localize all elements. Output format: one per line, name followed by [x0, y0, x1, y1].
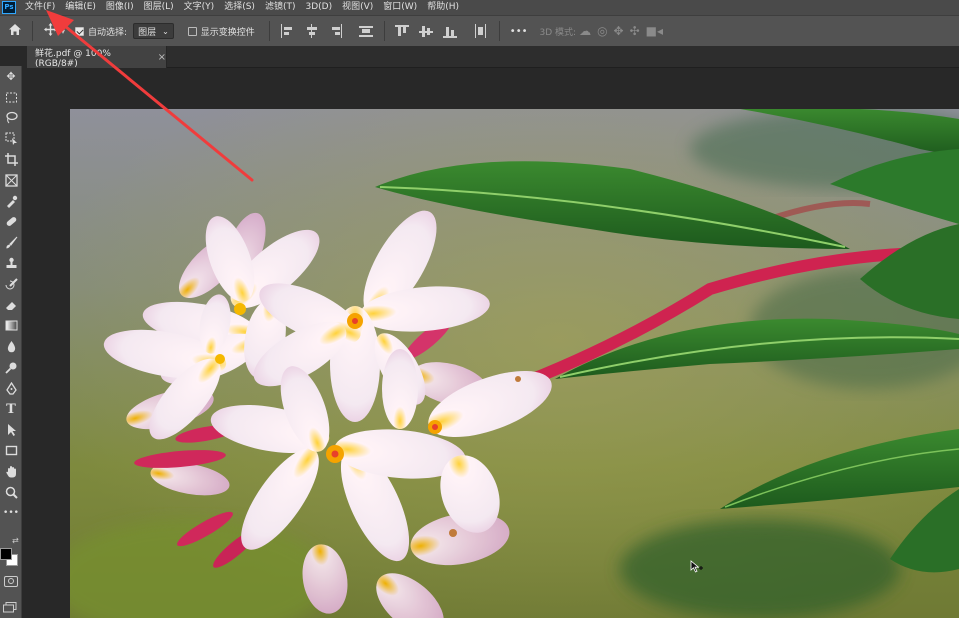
- tools-panel: ✥ T ••• ⇄: [0, 66, 22, 618]
- menu-3d[interactable]: 3D(D): [300, 0, 337, 15]
- screen-mode-icon[interactable]: [3, 598, 17, 613]
- move-tool-icon[interactable]: [39, 22, 61, 40]
- options-bar: ▾ 自动选择: 图层 ⌄ 显示变换控件 ••• 3D 模式: ☁ ◎ ✥ ✣ ■…: [0, 15, 959, 46]
- menu-file[interactable]: 文件(F): [20, 0, 60, 15]
- align-right-icon[interactable]: [328, 24, 344, 38]
- mouse-cursor-icon: [690, 560, 703, 573]
- marquee-tool-icon[interactable]: [0, 87, 22, 108]
- menu-window[interactable]: 窗口(W): [378, 0, 422, 15]
- edit-toolbar-icon[interactable]: •••: [0, 503, 22, 524]
- flower-photo: [70, 109, 959, 618]
- align-left-icon[interactable]: [280, 24, 296, 38]
- 3d-pan-icon[interactable]: ✥: [614, 24, 624, 38]
- document-canvas[interactable]: [70, 109, 959, 618]
- menu-view[interactable]: 视图(V): [337, 0, 378, 15]
- distribute-vertical-icon[interactable]: [473, 24, 489, 38]
- dodge-tool-icon[interactable]: [0, 357, 22, 378]
- type-tool-icon[interactable]: T: [0, 399, 22, 420]
- auto-select-label: 自动选择:: [88, 27, 128, 38]
- brush-tool-icon[interactable]: [0, 232, 22, 253]
- menu-type[interactable]: 文字(Y): [179, 0, 220, 15]
- path-selection-tool-icon[interactable]: [0, 420, 22, 441]
- menu-layer[interactable]: 图层(L): [139, 0, 179, 15]
- blur-tool-icon[interactable]: [0, 336, 22, 357]
- show-transform-label: 显示变换控件: [200, 27, 255, 38]
- align-top-icon[interactable]: [394, 24, 411, 38]
- show-transform-checkbox[interactable]: [187, 26, 197, 36]
- gradient-tool-icon[interactable]: [0, 316, 22, 337]
- auto-select-target-dropdown[interactable]: 图层 ⌄: [133, 23, 174, 39]
- menu-bar: Ps 文件(F) 编辑(E) 图像(I) 图层(L) 文字(Y) 选择(S) 滤…: [0, 0, 959, 15]
- 3d-mode-label: 3D 模式:: [539, 27, 577, 38]
- menu-filter[interactable]: 滤镜(T): [260, 0, 301, 15]
- menu-image[interactable]: 图像(I): [101, 0, 139, 15]
- history-brush-tool-icon[interactable]: [0, 274, 22, 295]
- frame-tool-icon[interactable]: [0, 170, 22, 191]
- move-tool-icon[interactable]: ✥: [0, 66, 22, 87]
- divider: [498, 21, 500, 41]
- rectangle-tool-icon[interactable]: [0, 440, 22, 461]
- chevron-down-icon[interactable]: ▾: [61, 27, 65, 36]
- zoom-tool-icon[interactable]: [0, 482, 22, 503]
- menu-select[interactable]: 选择(S): [219, 0, 260, 15]
- 3d-orbit-icon[interactable]: ☁: [579, 24, 591, 38]
- menu-edit[interactable]: 编辑(E): [60, 0, 101, 15]
- 3d-slide-icon[interactable]: ✣: [630, 24, 640, 38]
- align-distribute-icon[interactable]: [358, 24, 374, 38]
- eraser-tool-icon[interactable]: [0, 295, 22, 316]
- menu-help[interactable]: 帮助(H): [422, 0, 464, 15]
- 3d-scale-icon[interactable]: ■◂: [646, 24, 663, 38]
- document-tab[interactable]: 鲜花.pdf @ 100%(RGB/8#) ×: [27, 46, 167, 69]
- quick-mask-icon[interactable]: [4, 576, 18, 587]
- align-vertical-center-icon[interactable]: [418, 24, 435, 38]
- document-tab-title: 鲜花.pdf @ 100%(RGB/8#): [35, 48, 111, 69]
- divider: [268, 21, 270, 41]
- home-icon[interactable]: [4, 23, 26, 40]
- auto-select-checkbox[interactable]: [75, 26, 85, 36]
- eyedropper-tool-icon[interactable]: [0, 191, 22, 212]
- healing-brush-tool-icon[interactable]: [0, 212, 22, 233]
- align-horizontal-center-icon[interactable]: [304, 24, 320, 38]
- pen-tool-icon[interactable]: [0, 378, 22, 399]
- hand-tool-icon[interactable]: [0, 461, 22, 482]
- clone-stamp-tool-icon[interactable]: [0, 253, 22, 274]
- photoshop-logo-icon: Ps: [2, 1, 16, 14]
- document-tab-bar: 鲜花.pdf @ 100%(RGB/8#) ×: [27, 46, 959, 69]
- divider: [383, 21, 385, 41]
- 3d-roll-icon[interactable]: ◎: [597, 24, 607, 38]
- auto-select-target-value: 图层: [138, 27, 157, 38]
- close-icon[interactable]: ×: [158, 52, 166, 63]
- object-selection-tool-icon[interactable]: [0, 128, 22, 149]
- chevron-down-icon: ⌄: [162, 26, 169, 36]
- swap-colors-icon[interactable]: ⇄: [12, 536, 19, 545]
- more-options-icon[interactable]: •••: [510, 26, 528, 37]
- lasso-tool-icon[interactable]: [0, 108, 22, 129]
- divider: [32, 21, 33, 41]
- crop-tool-icon[interactable]: [0, 149, 22, 170]
- align-bottom-icon[interactable]: [442, 24, 459, 38]
- foreground-color-swatch[interactable]: [0, 548, 12, 560]
